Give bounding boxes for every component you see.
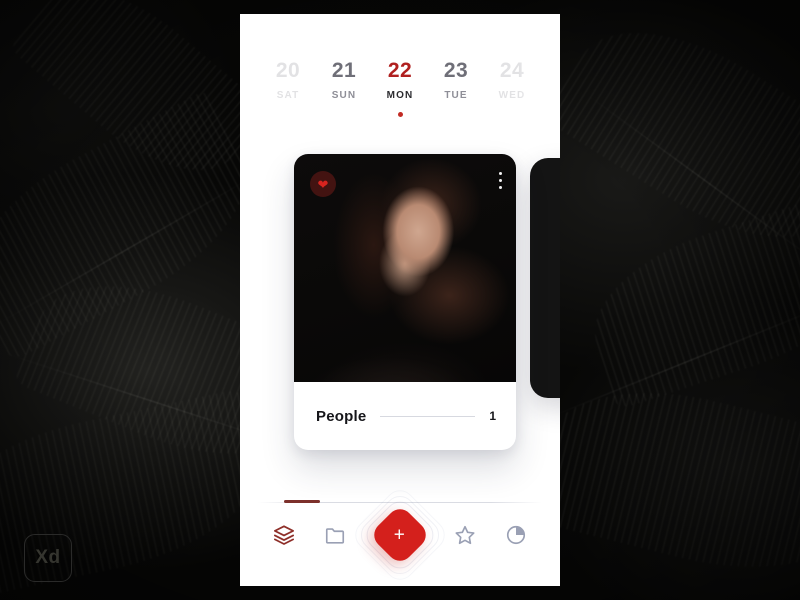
heart-glyph: ❤ (317, 176, 329, 192)
selected-date-dot (397, 112, 403, 117)
date-number: 23 (443, 59, 469, 82)
card-divider (380, 415, 476, 417)
card-count: 1 (489, 409, 496, 423)
date-selector[interactable]: 20 SAT 21 SUN 22 MON 23 TUE 24 WED (240, 14, 560, 132)
date-weekday: SAT (276, 90, 300, 101)
date-item-0[interactable]: 20 SAT (260, 60, 316, 101)
plus-icon: + (394, 524, 406, 546)
layers-icon (273, 524, 295, 546)
nav-items: + (240, 484, 560, 586)
date-weekday: MON (386, 90, 414, 101)
bottom-navigation: + (240, 484, 560, 586)
card-footer: People 1 (294, 382, 516, 450)
date-number: 21 (331, 59, 357, 82)
date-weekday: TUE (444, 90, 468, 101)
dot (499, 186, 502, 189)
phone-screen: 20 SAT 21 SUN 22 MON 23 TUE 24 WED ❤ Peo… (240, 14, 560, 586)
dot (499, 179, 502, 182)
date-weekday: WED (498, 90, 526, 101)
folder-icon (324, 524, 346, 546)
date-weekday: SUN (331, 90, 357, 101)
nav-item-folders[interactable] (314, 514, 356, 556)
adobe-xd-watermark: Xd (24, 534, 72, 582)
nav-item-layers[interactable] (263, 514, 305, 556)
heart-icon[interactable]: ❤ (310, 171, 336, 197)
star-icon (454, 524, 476, 546)
date-item-3[interactable]: 23 TUE (428, 60, 484, 101)
dot (499, 172, 502, 175)
photo-card[interactable]: ❤ People 1 (294, 154, 516, 450)
photo-shoulder (294, 328, 516, 382)
nav-item-favorites[interactable] (444, 514, 486, 556)
date-item-2-selected[interactable]: 22 MON (372, 60, 428, 117)
nav-item-stats[interactable] (495, 514, 537, 556)
date-number: 24 (499, 59, 525, 82)
date-item-4[interactable]: 24 WED (484, 60, 540, 101)
next-card-preview[interactable] (530, 158, 560, 398)
card-carousel[interactable]: ❤ People 1 (240, 140, 560, 470)
date-number: 20 (275, 59, 301, 82)
pie-chart-icon (505, 524, 527, 546)
xd-label: Xd (35, 547, 61, 568)
more-vertical-icon[interactable] (499, 172, 502, 189)
add-button-wrapper[interactable]: + (349, 484, 451, 586)
date-number: 22 (387, 59, 413, 82)
date-item-1[interactable]: 21 SUN (316, 60, 372, 101)
portrait-photo: ❤ (294, 154, 516, 382)
card-title: People (316, 407, 367, 425)
